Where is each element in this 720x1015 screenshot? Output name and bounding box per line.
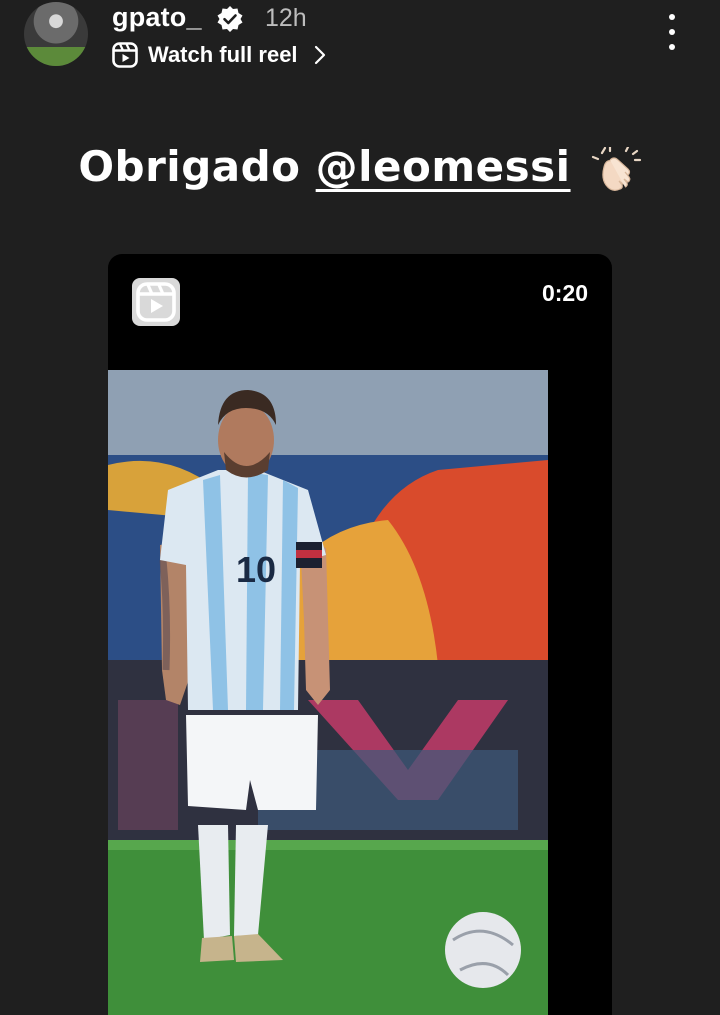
chevron-right-icon bbox=[314, 45, 325, 65]
reels-icon bbox=[112, 42, 138, 68]
more-options-button[interactable] bbox=[660, 12, 684, 52]
verified-badge-icon bbox=[217, 6, 243, 32]
mention-link[interactable]: @leomessi bbox=[316, 142, 571, 191]
watch-full-reel-label: Watch full reel bbox=[148, 42, 298, 67]
video-duration: 0:20 bbox=[541, 280, 588, 306]
shared-reel-card[interactable]: 0:20 10 bbox=[108, 254, 612, 1015]
jersey-number: 10 bbox=[236, 549, 276, 590]
reel-thumbnail-image: 10 bbox=[108, 370, 548, 1015]
more-vertical-icon bbox=[669, 14, 675, 20]
reels-icon bbox=[132, 278, 180, 326]
story-caption: Obrigado @leomessi bbox=[0, 142, 720, 193]
username[interactable]: gpato_ bbox=[112, 2, 202, 33]
post-time: 12h bbox=[265, 4, 307, 32]
profile-avatar[interactable] bbox=[24, 2, 88, 66]
clapping-hands-icon bbox=[591, 146, 641, 191]
watch-full-reel-link[interactable]: Watch full reel bbox=[112, 40, 328, 70]
caption-text: Obrigado bbox=[78, 142, 316, 191]
